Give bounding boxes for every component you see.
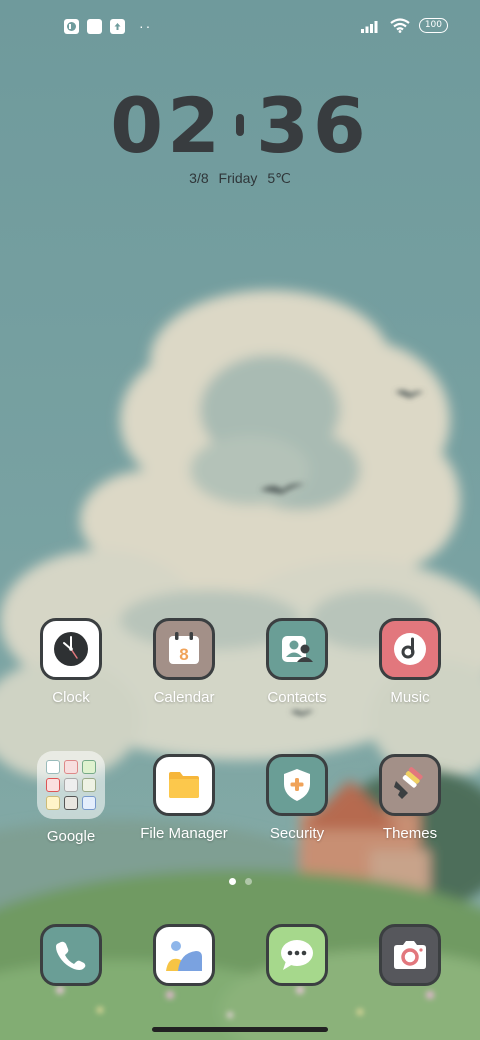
page-dot-active[interactable] [228, 878, 236, 885]
music-icon [379, 618, 441, 680]
weekday-text: Friday [218, 170, 258, 186]
app-label: Contacts [267, 689, 327, 706]
temperature-text: 5℃ [267, 170, 291, 186]
system-icons: 100 [360, 18, 448, 33]
square-notification-icon [87, 19, 102, 34]
time-minutes: 36 [256, 80, 370, 170]
paintbrush-icon [379, 754, 441, 816]
app-themes[interactable]: Themes [355, 754, 465, 842]
signal-icon [360, 20, 378, 33]
app-contacts[interactable]: Contacts [242, 618, 352, 706]
contacts-icon [266, 618, 328, 680]
wifi-icon [390, 18, 410, 33]
dock-camera[interactable] [355, 924, 465, 986]
page-dot[interactable] [244, 878, 252, 885]
battery-indicator: 100 [418, 18, 448, 33]
app-file-manager[interactable]: File Manager [129, 754, 239, 842]
folder-icon [153, 754, 215, 816]
app-label: Security [269, 825, 325, 842]
date-weather-line: 3/8 Friday 5℃ [0, 170, 480, 187]
app-notification-icon [64, 19, 79, 34]
clock-icon [40, 618, 102, 680]
phone-icon [40, 924, 102, 986]
time-separator [236, 114, 244, 136]
app-calendar[interactable]: 8 Calendar [129, 618, 239, 706]
calendar-icon: 8 [153, 618, 215, 680]
clock-weather-widget[interactable]: 02 36 3/8 Friday 5℃ [0, 80, 480, 187]
app-label: Calendar [153, 689, 215, 706]
message-icon [266, 924, 328, 986]
app-label: Clock [52, 689, 90, 706]
more-notifications-indicator: ·· [139, 18, 153, 34]
time-display: 02 36 [0, 80, 480, 170]
dock-messages[interactable] [242, 924, 352, 986]
security-shield-icon [266, 754, 328, 816]
dock-phone[interactable] [16, 924, 126, 986]
time-hours: 02 [110, 80, 224, 170]
notification-icons: ·· [64, 19, 152, 34]
gallery-icon [153, 924, 215, 986]
app-label: Music [390, 689, 430, 706]
page-indicator[interactable] [0, 878, 480, 885]
app-label: File Manager [140, 825, 228, 842]
dock-gallery[interactable] [129, 924, 239, 986]
app-clock[interactable]: Clock [16, 618, 126, 706]
camera-icon [379, 924, 441, 986]
date-text: 3/8 [189, 170, 209, 186]
app-music[interactable]: Music [355, 618, 465, 706]
upload-icon [110, 19, 125, 34]
status-bar: ·· 100 [0, 0, 480, 56]
google-folder-icon [37, 751, 105, 819]
app-label: Google [46, 828, 96, 845]
app-security[interactable]: Security [242, 754, 352, 842]
app-folder-google[interactable]: Google [16, 751, 126, 845]
calendar-day-number: 8 [179, 645, 188, 664]
app-label: Themes [382, 825, 438, 842]
home-gesture-bar[interactable] [152, 1027, 328, 1032]
